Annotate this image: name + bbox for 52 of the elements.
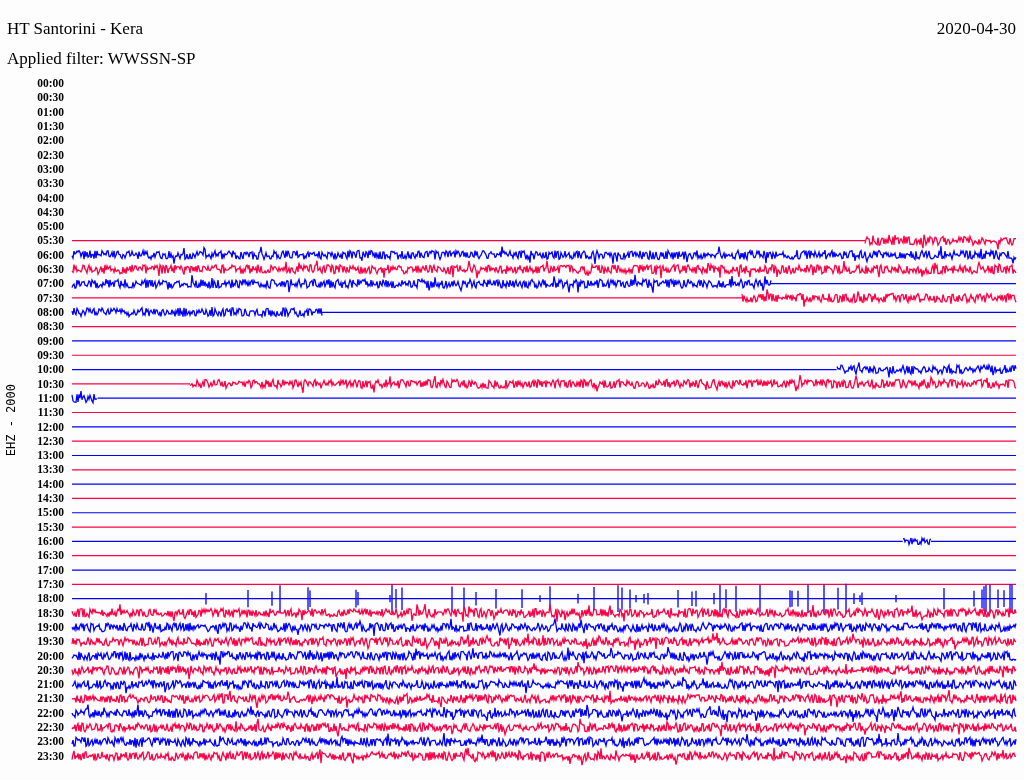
time-label: 06:30 xyxy=(36,262,64,277)
time-label: 09:30 xyxy=(36,347,64,363)
time-label: 03:30 xyxy=(36,176,64,191)
time-label: 21:00 xyxy=(36,677,64,692)
time-label: 20:00 xyxy=(36,648,64,663)
time-label: 10:30 xyxy=(36,376,64,391)
time-label: 19:30 xyxy=(36,634,64,649)
time-label: 00:00 xyxy=(36,76,64,91)
time-label: 05:30 xyxy=(36,233,64,248)
time-label: 22:00 xyxy=(36,705,64,721)
time-label: 01:00 xyxy=(36,104,64,119)
time-label: 12:30 xyxy=(36,433,64,449)
time-label: 07:30 xyxy=(36,290,64,305)
date-label: 2020-04-30 xyxy=(936,19,1016,39)
time-label: 21:30 xyxy=(36,691,64,706)
time-label: 16:00 xyxy=(36,534,64,549)
time-label: 19:00 xyxy=(36,619,64,635)
time-label: 15:30 xyxy=(36,519,64,534)
time-label: 18:30 xyxy=(36,605,64,620)
time-label: 15:00 xyxy=(36,505,64,520)
time-label: 06:00 xyxy=(36,247,64,263)
time-label: 08:00 xyxy=(36,305,64,320)
time-label: 01:30 xyxy=(36,118,64,134)
station-title: HT Santorini - Kera xyxy=(7,19,144,39)
time-label: 17:30 xyxy=(36,576,64,592)
time-label: 11:00 xyxy=(36,390,64,406)
time-label: 13:30 xyxy=(36,462,64,477)
time-label: 14:30 xyxy=(36,491,64,506)
time-label: 00:30 xyxy=(36,90,64,105)
time-label: 13:00 xyxy=(36,448,64,463)
time-label: 20:30 xyxy=(36,662,64,678)
time-label: 10:00 xyxy=(36,362,64,377)
time-label: 12:00 xyxy=(36,419,64,434)
time-label: 08:30 xyxy=(36,319,64,334)
channel-axis-label: EHZ - 2000 xyxy=(4,383,18,456)
time-label: 09:00 xyxy=(36,333,64,348)
time-label: 04:00 xyxy=(36,190,64,205)
time-label: 16:30 xyxy=(36,548,64,563)
time-label: 04:30 xyxy=(36,204,64,220)
time-label: 14:00 xyxy=(36,476,64,492)
time-label: 07:00 xyxy=(36,276,64,291)
filter-label: Applied filter: WWSSN-SP xyxy=(7,49,196,68)
time-label: 23:30 xyxy=(36,748,64,763)
time-label: 02:30 xyxy=(36,147,64,162)
time-label: 18:00 xyxy=(36,591,64,606)
time-label: 05:00 xyxy=(36,219,64,234)
time-label: 22:30 xyxy=(36,720,64,735)
time-label: 03:00 xyxy=(36,161,64,177)
time-label: 11:30 xyxy=(36,405,64,420)
time-label: 17:00 xyxy=(36,562,64,577)
time-label: 23:00 xyxy=(36,734,64,749)
time-label: 02:00 xyxy=(36,133,64,148)
